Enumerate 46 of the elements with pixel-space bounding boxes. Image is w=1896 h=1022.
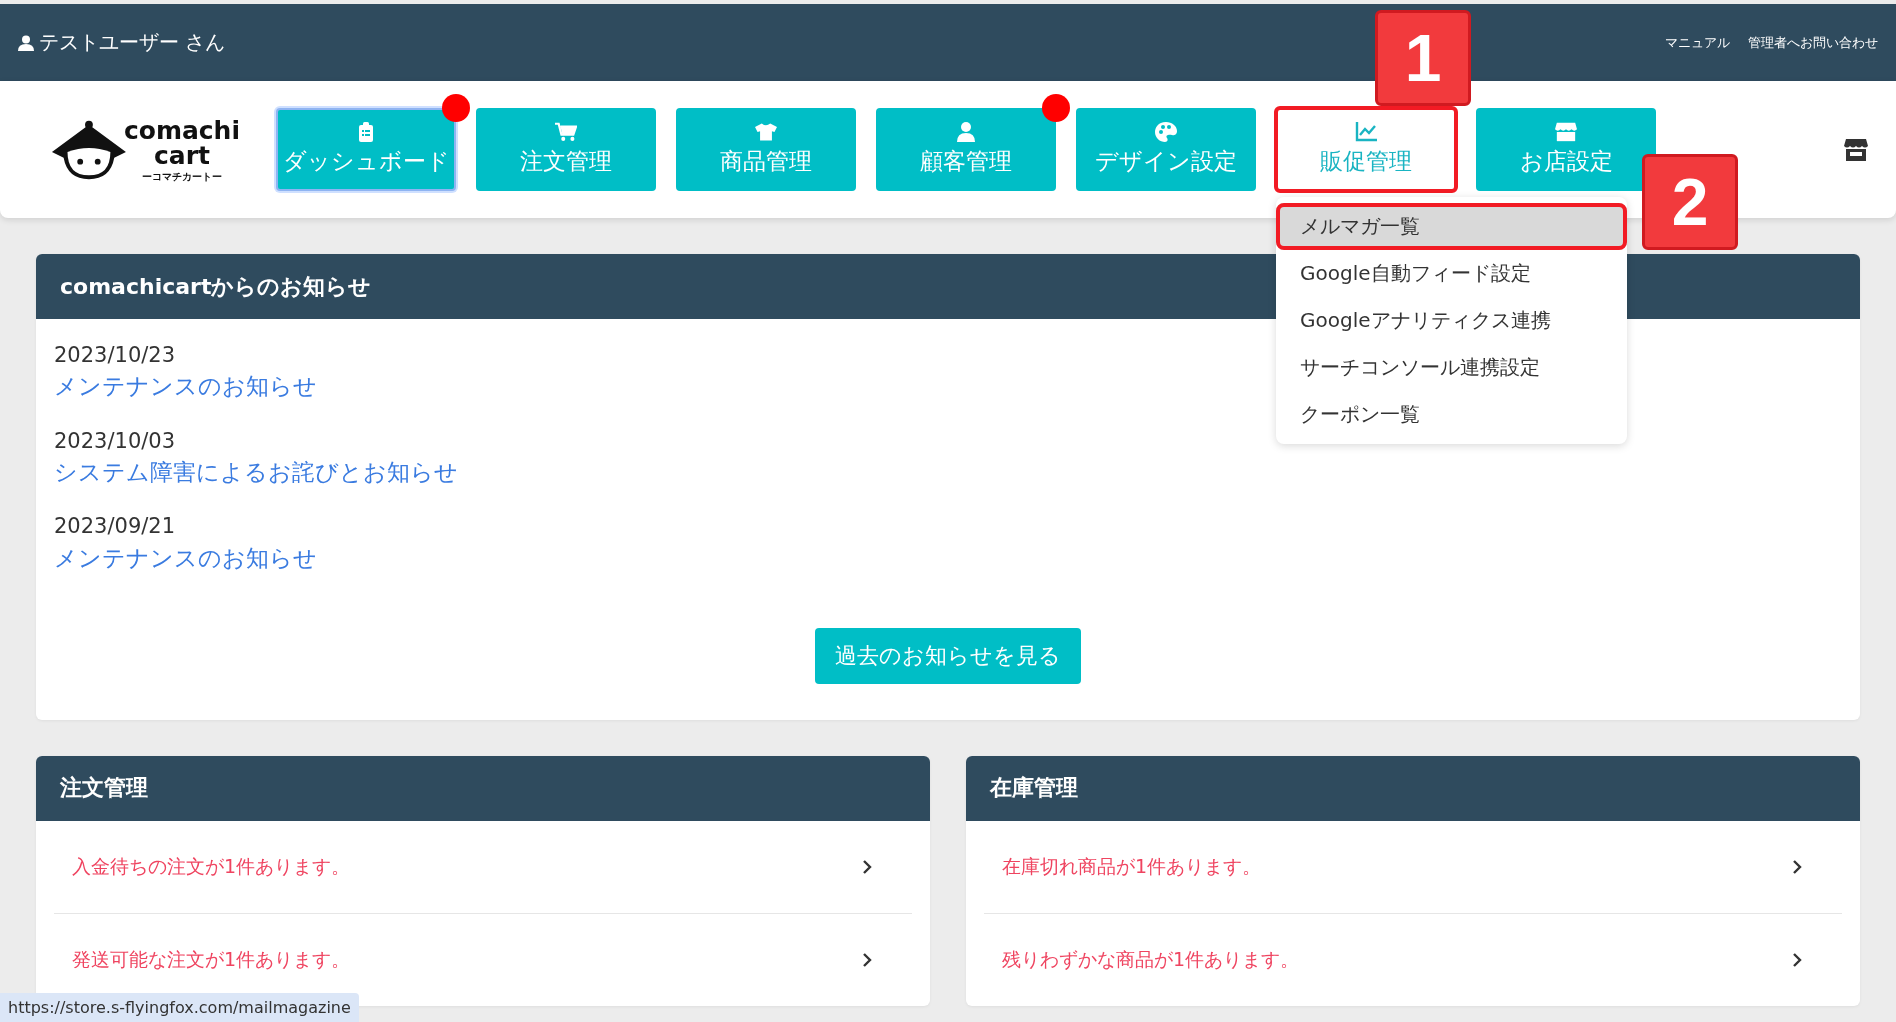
chevron-icon: [1792, 951, 1802, 968]
status-url: https://store.s-flyingfox.com/mailmagazine: [0, 993, 359, 1022]
card-title: 注文管理: [60, 774, 148, 803]
notice-date: 2023/09/21: [54, 513, 176, 541]
alert-row[interactable]: 在庫切れ商品が1件あります。: [984, 820, 1842, 914]
store-icon[interactable]: [1844, 138, 1868, 161]
chevron-icon: [862, 858, 872, 875]
notice-date: 2023/10/03: [54, 427, 176, 455]
chart-icon: [1355, 122, 1377, 142]
nav-tab[interactable]: 注文管理: [476, 108, 656, 191]
palette-icon: [1155, 122, 1177, 142]
notice-link[interactable]: システム障害によるお詫びとお知らせ: [54, 455, 458, 489]
notice-date: 2023/10/23: [54, 342, 176, 369]
logo-text: cart: [153, 142, 210, 168]
notice-link[interactable]: メンテナンスのお知らせ: [54, 370, 317, 403]
step-number-badge: 2: [1642, 154, 1738, 250]
logo-text: comachi: [123, 117, 240, 143]
alert-row[interactable]: 入金待ちの注文が1件あります。: [54, 820, 912, 914]
nav-tab[interactable]: ダッシュボード: [276, 108, 456, 191]
nav-tab[interactable]: デザイン設定: [1076, 108, 1256, 191]
card-title: 在庫管理: [990, 774, 1078, 803]
nav-tab[interactable]: 販促管理: [1276, 108, 1456, 191]
menu-item[interactable]: クーポン一覧: [1276, 391, 1627, 438]
menu-item[interactable]: Google自動フィード設定: [1276, 250, 1627, 297]
alert-row[interactable]: 残りわずかな商品が1件あります。: [984, 913, 1842, 1006]
cart-icon: [555, 122, 577, 142]
header-link[interactable]: 管理者へお問い合わせ: [1748, 33, 1878, 52]
step-number-badge: 1: [1375, 10, 1471, 106]
past-notices-button[interactable]: 過去のお知らせを見る: [815, 627, 1081, 684]
nav-tab[interactable]: 商品管理: [676, 108, 856, 191]
chevron-icon: [862, 951, 872, 968]
logo-tagline: ーコマチカートー: [141, 171, 222, 182]
nav-tab[interactable]: 顧客管理: [876, 108, 1056, 191]
header-link[interactable]: マニュアル: [1665, 33, 1730, 52]
chevron-icon: [1792, 858, 1802, 875]
person-icon: [955, 122, 977, 142]
user-name: テストユーザー さん: [39, 29, 226, 56]
nav-tab[interactable]: お店設定: [1476, 108, 1656, 191]
menu-item[interactable]: サーチコンソール連携設定: [1276, 344, 1627, 391]
user-icon: [18, 33, 34, 52]
card-title: comachicartからのお知らせ: [60, 272, 372, 301]
shirt-icon: [755, 122, 777, 142]
store-icon: [1555, 122, 1577, 142]
menu-item[interactable]: Googleアナリティクス連携: [1276, 297, 1627, 344]
menu-item[interactable]: メルマガ一覧: [1276, 203, 1627, 250]
notice-link[interactable]: メンテナンスのお知らせ: [54, 541, 317, 574]
